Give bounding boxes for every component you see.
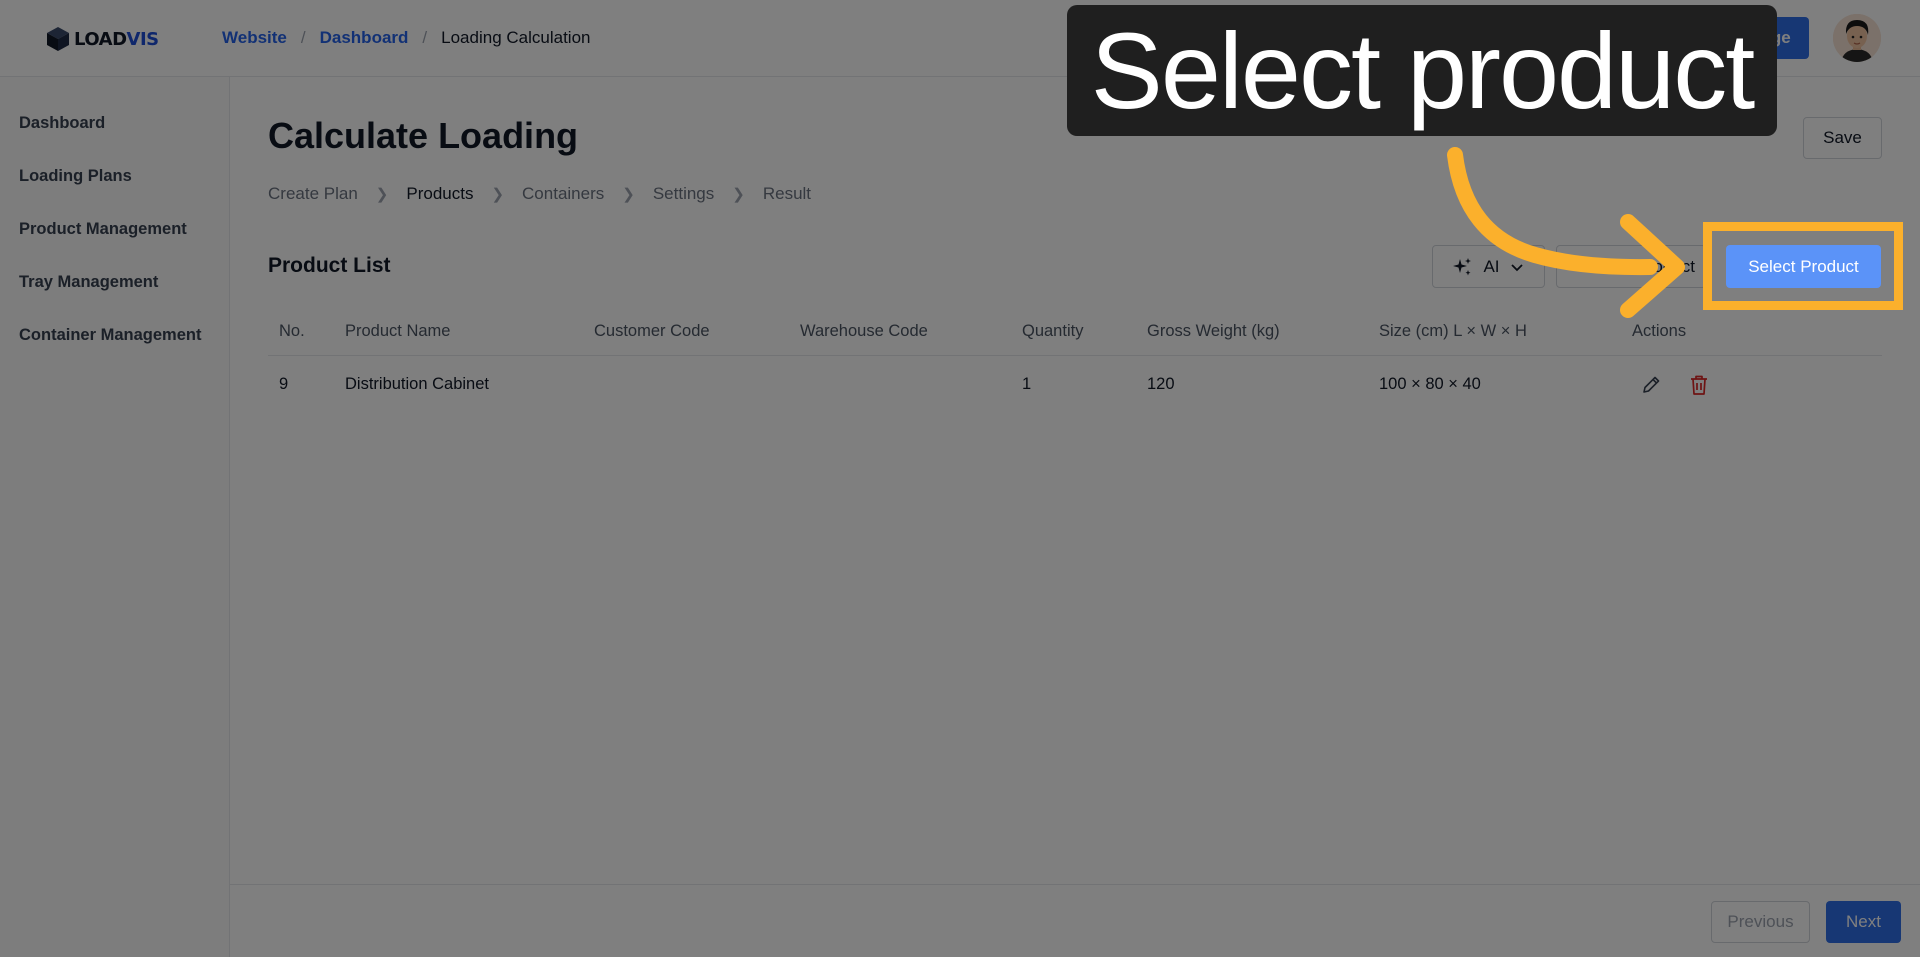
select-product-button[interactable]: Select Product	[1726, 245, 1881, 288]
tutorial-callout: Select product	[1067, 5, 1777, 136]
pointer-arrow-icon	[1447, 147, 1685, 318]
